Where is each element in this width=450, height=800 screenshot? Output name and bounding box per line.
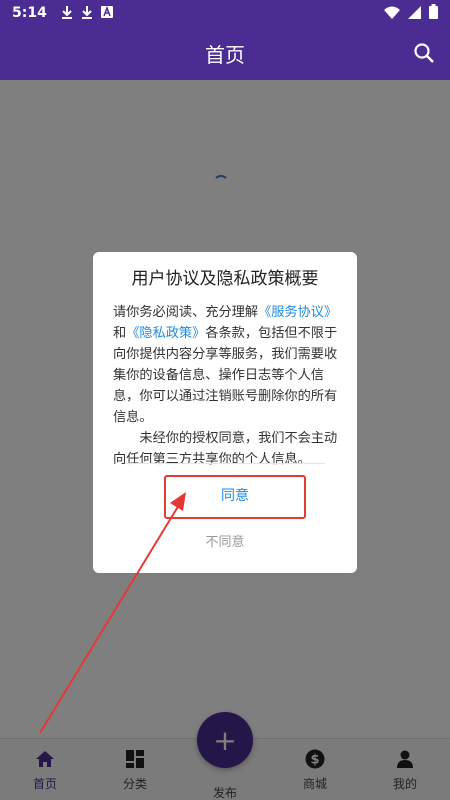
download-icon xyxy=(61,5,73,22)
a-icon xyxy=(100,5,113,21)
page-title: 首页 xyxy=(205,42,245,67)
para1-text-before: 请你务必阅读、充分理解 xyxy=(113,305,259,320)
service-agreement-link[interactable]: 《服务协议》 xyxy=(258,305,337,320)
privacy-policy-link[interactable]: 《隐私政策》 xyxy=(126,326,205,341)
battery-icon xyxy=(429,3,438,23)
para1-text-middle: 和 xyxy=(113,326,127,341)
signal-icon xyxy=(408,4,421,23)
search-icon[interactable] xyxy=(412,41,436,65)
dialog-paragraph-1: 请你务必阅读、充分理解《服务协议》和《隐私政策》各条款，包括但不限于向你提供内容… xyxy=(113,302,339,428)
privacy-dialog: 用户协议及隐私政策概要 请你务必阅读、充分理解《服务协议》和《隐私政策》各条款，… xyxy=(93,252,357,573)
app-bar: 首页 xyxy=(0,26,450,80)
wifi-icon xyxy=(384,4,400,23)
dialog-divider xyxy=(125,463,325,464)
agree-highlight-box xyxy=(164,475,306,519)
status-time: 5:14 xyxy=(12,5,47,21)
dialog-body: 请你务必阅读、充分理解《服务协议》和《隐私政策》各条款，包括但不限于向你提供内容… xyxy=(113,302,339,470)
status-bar: 5:14 xyxy=(0,0,450,26)
download-icon xyxy=(81,5,93,22)
dialog-title: 用户协议及隐私政策概要 xyxy=(131,269,319,289)
disagree-button[interactable]: 不同意 xyxy=(165,530,285,556)
